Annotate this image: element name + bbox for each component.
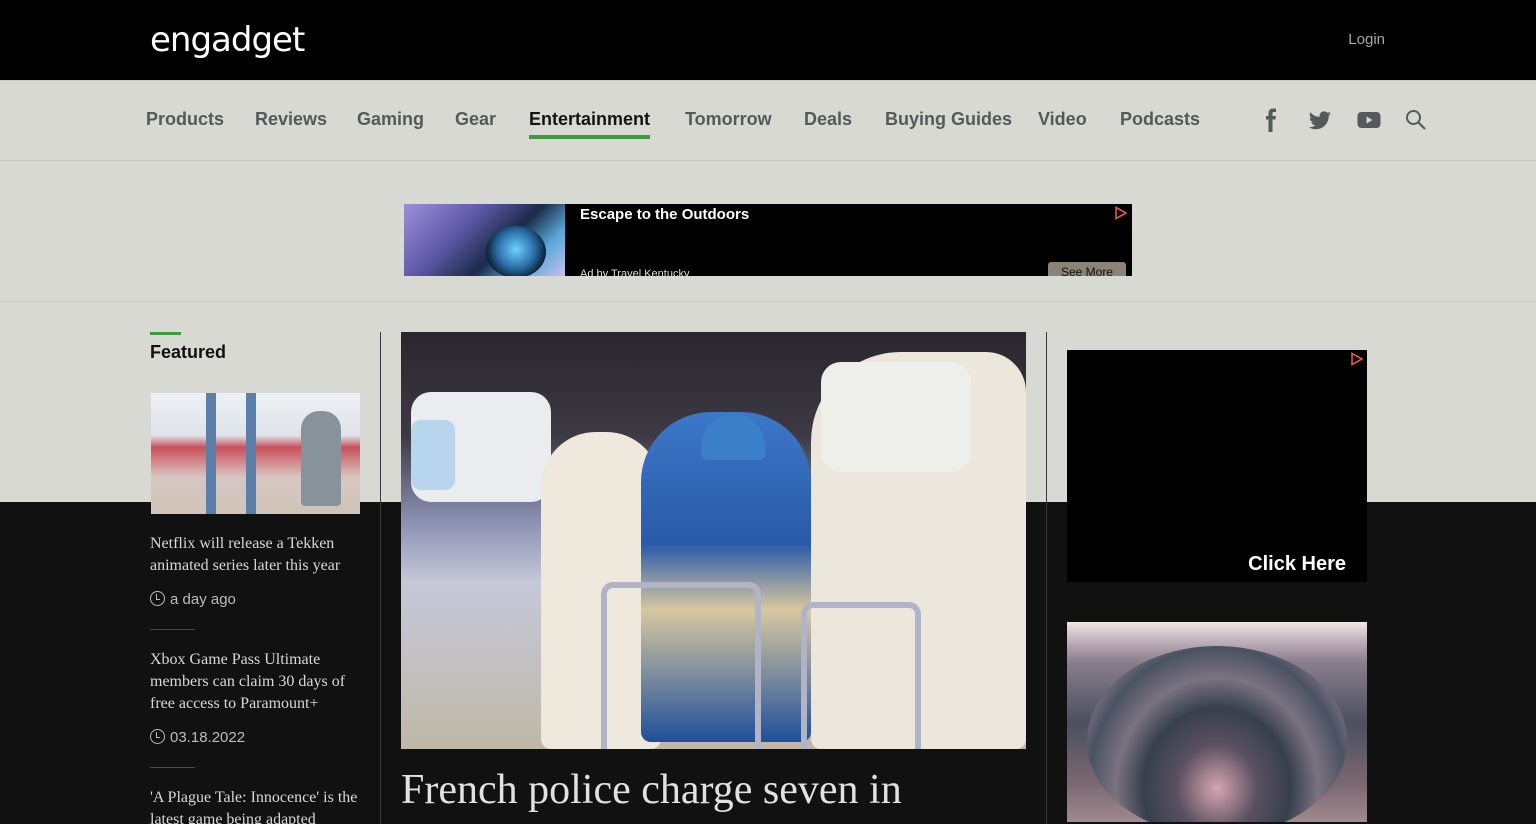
ad-see-more-button[interactable]: See More bbox=[1048, 262, 1126, 276]
search-icon[interactable] bbox=[1404, 108, 1428, 132]
nav-item-products[interactable]: Products bbox=[146, 109, 224, 130]
youtube-icon[interactable] bbox=[1357, 108, 1381, 132]
nav-item-entertainment[interactable]: Entertainment bbox=[529, 109, 650, 130]
nav-item-podcasts[interactable]: Podcasts bbox=[1120, 109, 1200, 130]
nav-item-video[interactable]: Video bbox=[1038, 109, 1087, 130]
login-link[interactable]: Login bbox=[1348, 31, 1385, 48]
clock-icon bbox=[150, 729, 165, 744]
nav-item-buying-guides[interactable]: Buying Guides bbox=[885, 109, 1012, 130]
story-timestamp: 03.18.2022 bbox=[150, 729, 245, 746]
right-ad-image[interactable] bbox=[1067, 622, 1367, 822]
active-tab-underline bbox=[529, 135, 650, 139]
nav-item-reviews[interactable]: Reviews bbox=[255, 109, 327, 130]
nav-item-gear[interactable]: Gear bbox=[455, 109, 496, 130]
top-header: engadget Login bbox=[0, 0, 1536, 80]
engadget-logo[interactable]: engadget bbox=[150, 18, 305, 62]
story-timestamp: a day ago bbox=[150, 591, 236, 608]
featured-heading: Featured bbox=[150, 342, 227, 362]
ad-click-here[interactable]: Click Here bbox=[1248, 553, 1346, 576]
story-time: 03.18.2022 bbox=[170, 729, 246, 746]
column-divider bbox=[380, 332, 381, 824]
featured-accent-bar bbox=[150, 332, 181, 335]
column-divider bbox=[1046, 332, 1047, 824]
featured-story-title[interactable]: Xbox Game Pass Ultimate members can clai… bbox=[150, 649, 362, 715]
facebook-icon[interactable] bbox=[1259, 108, 1283, 132]
divider bbox=[150, 629, 195, 630]
adchoices-icon[interactable] bbox=[1114, 206, 1128, 220]
main-story-image[interactable] bbox=[401, 332, 1026, 749]
nav-item-deals[interactable]: Deals bbox=[804, 109, 852, 130]
main-story-headline[interactable]: French police charge seven in bbox=[401, 766, 902, 814]
adchoices-icon[interactable] bbox=[1350, 352, 1364, 366]
top-ad-banner[interactable]: Escape to the Outdoors Ad by Travel Kent… bbox=[404, 204, 1132, 276]
featured-thumbnail-image[interactable] bbox=[151, 393, 360, 514]
right-ad-box[interactable]: Click Here bbox=[1067, 350, 1367, 582]
story-time: a day ago bbox=[170, 591, 236, 608]
featured-story-title[interactable]: 'A Plague Tale: Innocence' is the latest… bbox=[150, 787, 362, 824]
ad-title: Escape to the Outdoors bbox=[580, 206, 750, 223]
ad-sponsor: Ad by Travel Kentucky bbox=[580, 268, 690, 276]
nav-item-gaming[interactable]: Gaming bbox=[357, 109, 424, 130]
divider bbox=[150, 767, 195, 768]
featured-story-title[interactable]: Netflix will release a Tekken animated s… bbox=[150, 533, 362, 577]
clock-icon bbox=[150, 591, 165, 606]
twitter-icon[interactable] bbox=[1308, 108, 1332, 132]
main-nav: Products Reviews Gaming Gear Entertainme… bbox=[0, 80, 1536, 161]
ad-thumbnail-image bbox=[404, 204, 565, 276]
nav-item-tomorrow[interactable]: Tomorrow bbox=[685, 109, 772, 130]
